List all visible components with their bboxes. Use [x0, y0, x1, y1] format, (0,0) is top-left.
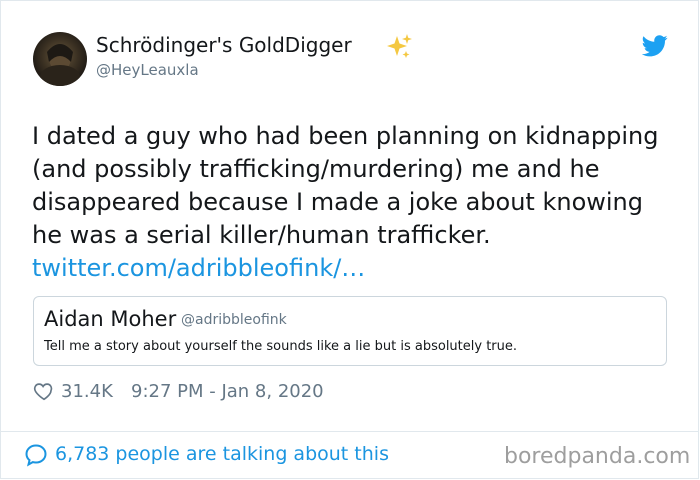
avatar-image	[33, 32, 87, 86]
avatar[interactable]	[33, 32, 87, 86]
divider	[0, 431, 699, 432]
timestamp[interactable]: 9:27 PM - Jan 8, 2020	[131, 381, 324, 402]
watermark: boredpanda.com	[504, 444, 691, 469]
sparkles-icon	[387, 34, 412, 58]
quoted-author-name: Aidan Moher	[44, 307, 177, 331]
heart-icon[interactable]	[33, 380, 55, 402]
speech-bubble-icon[interactable]	[24, 443, 48, 467]
talking-about-link[interactable]: 6,783 people are talking about this	[55, 443, 389, 465]
author-handle[interactable]: @HeyLeauxla	[96, 61, 199, 79]
quoted-tweet[interactable]: Aidan Moher @adribbleofink Tell me a sto…	[33, 296, 667, 366]
twitter-bird-icon[interactable]	[642, 35, 668, 57]
quoted-author-handle: @adribbleofink	[181, 312, 287, 328]
tweet-link[interactable]: twitter.com/adribbleofink/…	[32, 252, 365, 285]
tweet-text: I dated a guy who had been planning on k…	[32, 122, 659, 249]
author-name[interactable]: Schrödinger's GoldDigger	[96, 33, 352, 57]
like-count[interactable]: 31.4K	[61, 381, 113, 402]
quoted-tweet-text: Tell me a story about yourself the sound…	[44, 339, 518, 354]
